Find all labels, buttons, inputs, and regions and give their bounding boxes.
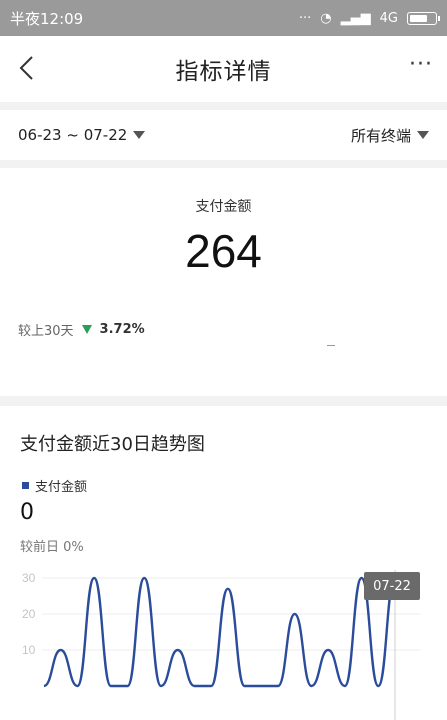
status-bar: 半夜12:09 ··· ◔ ▂▄▆ 4G [0, 0, 447, 36]
terminal-selector[interactable]: 所有终端 [351, 125, 429, 146]
trend-card: 支付金额近30日趋势图 支付金额 0 较前日 0% 30 20 10 07-22 [0, 406, 447, 720]
battery-icon [407, 11, 440, 25]
signal-icon: ▂▄▆ [340, 10, 371, 26]
chart-legend: 支付金额 [22, 476, 87, 495]
more-menu-icon[interactable]: ··· [409, 52, 433, 77]
nav-bar: 指标详情 ··· [0, 36, 447, 102]
filter-bar: 06-23 ~ 07-22 所有终端 [0, 110, 447, 160]
caret-down-icon [417, 131, 429, 139]
notification-dots-icon: ··· [298, 10, 312, 26]
divider [327, 345, 335, 346]
trend-value: 0 [20, 500, 34, 525]
compare-value: 3.72% [99, 322, 145, 337]
compare-label: 较上30天 [18, 324, 74, 339]
metric-compare: 较上30天 3.72% [18, 320, 145, 339]
series-line [43, 576, 397, 688]
page-title: 指标详情 [175, 59, 272, 85]
chart-tooltip: 07-22 [364, 572, 420, 600]
terminal-label: 所有终端 [350, 126, 411, 145]
trend-compare: 较前日 0% [20, 540, 84, 555]
back-arrow-icon [19, 56, 33, 80]
date-range-label: 06-23 ~ 07-22 [18, 126, 128, 144]
down-triangle-icon [81, 325, 92, 334]
status-time: 半夜12:09 [10, 9, 84, 28]
y-tick-label: 30 [22, 571, 36, 585]
status-icons: ··· ◔ ▂▄▆ 4G [298, 10, 440, 26]
y-tick-label: 20 [22, 607, 36, 621]
legend-swatch [22, 482, 29, 489]
metric-label: 支付金额 [195, 199, 252, 215]
trend-title: 支付金额近30日趋势图 [20, 434, 205, 455]
network-type: 4G [379, 10, 398, 26]
date-range-selector[interactable]: 06-23 ~ 07-22 [18, 126, 146, 144]
caret-down-icon [133, 131, 146, 139]
legend-label: 支付金额 [35, 480, 88, 495]
summary-card: 支付金额 264 较上30天 3.72% [0, 168, 447, 396]
y-tick-label: 10 [22, 643, 36, 657]
back-button[interactable] [14, 53, 40, 83]
alarm-icon: ◔ [320, 10, 332, 26]
metric-value: 264 [185, 225, 262, 277]
